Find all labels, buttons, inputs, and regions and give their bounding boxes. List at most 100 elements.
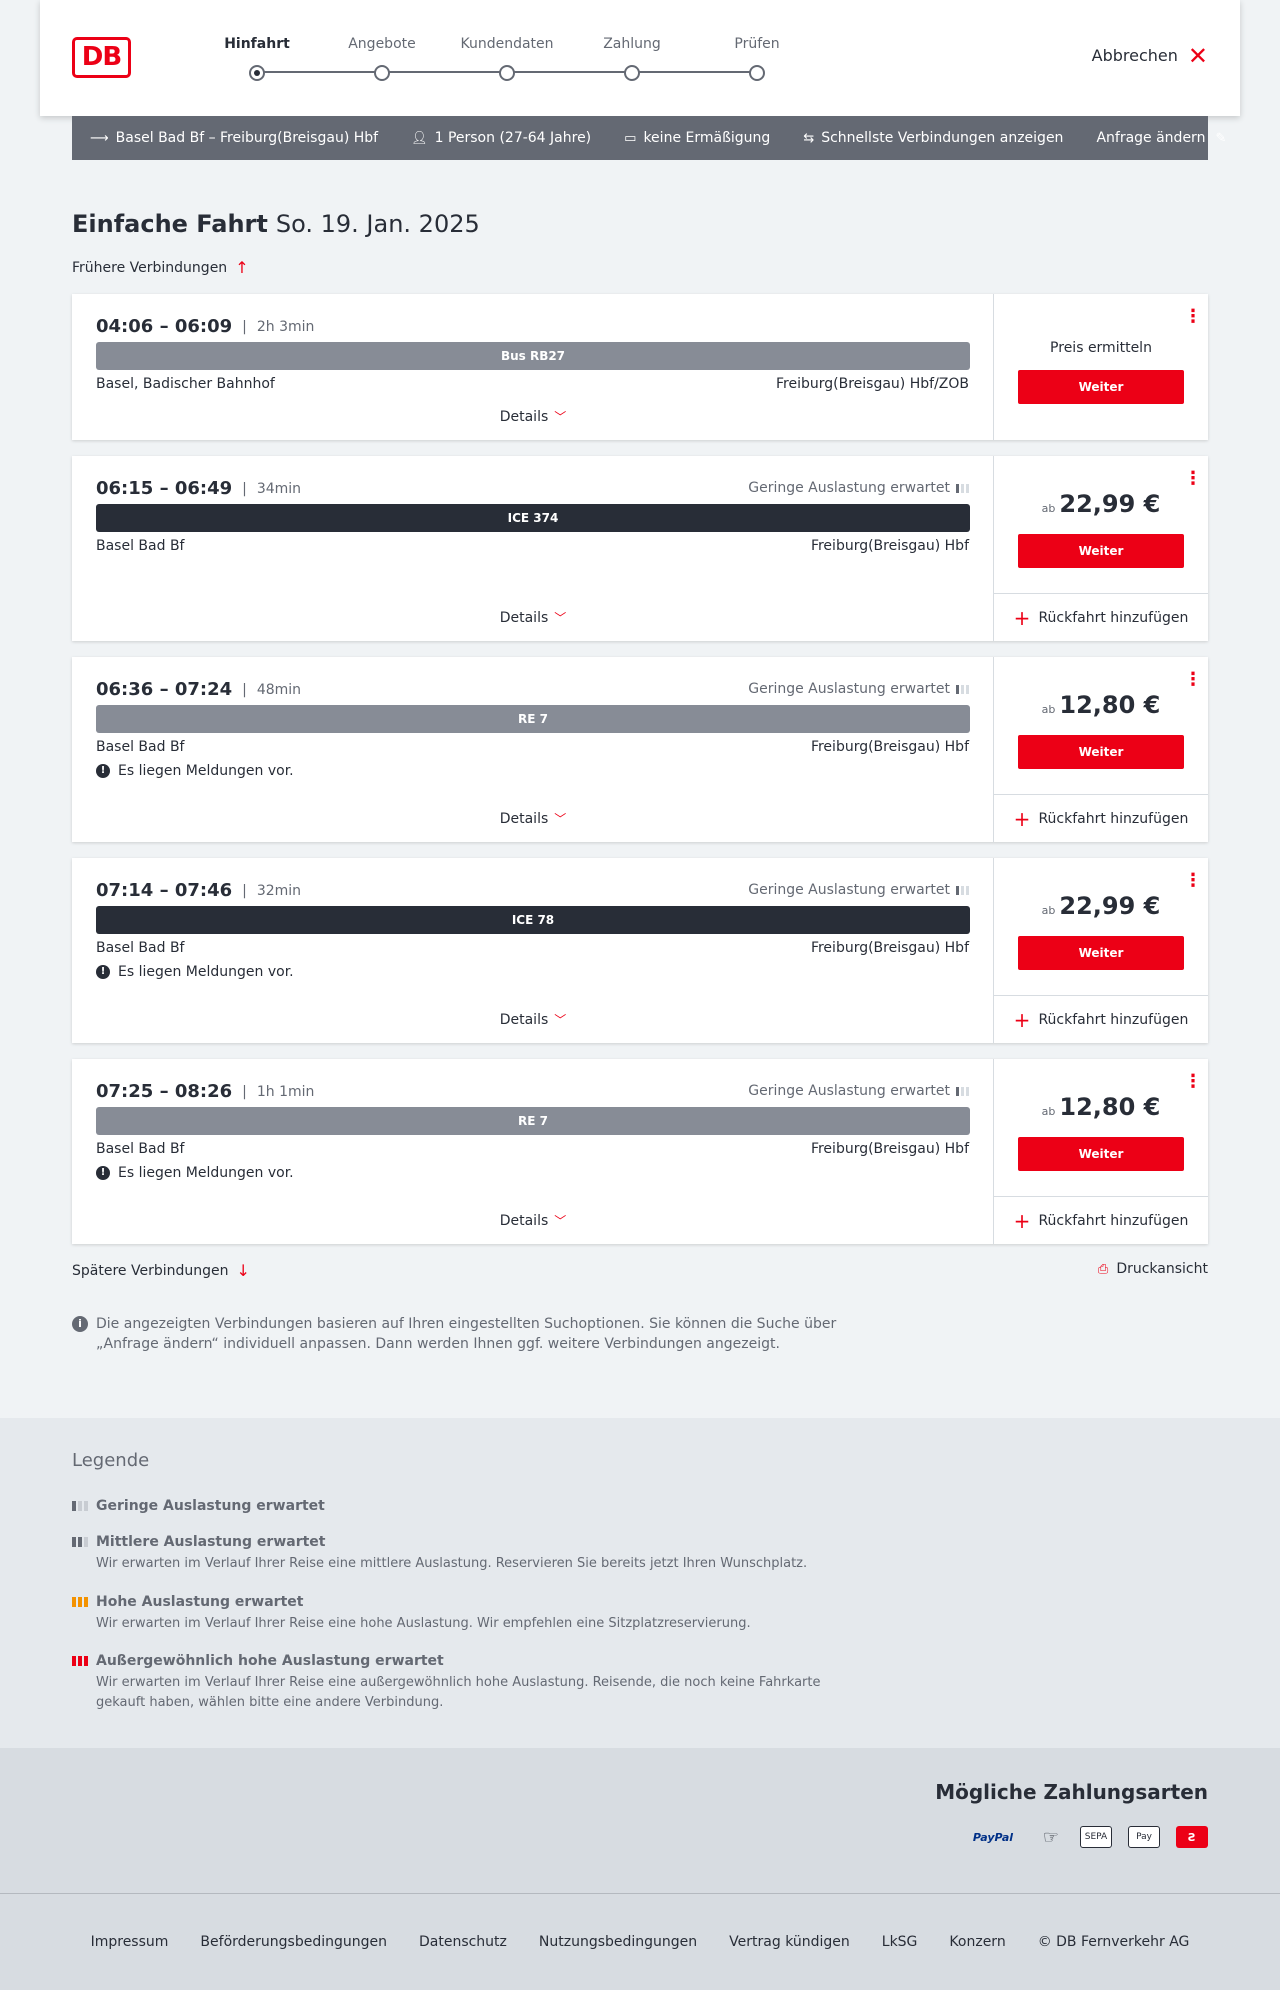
route-arrow-icon: ⟶	[90, 130, 109, 146]
card-icon: ▭	[624, 130, 637, 146]
step-pruefen: Prüfen	[702, 34, 812, 81]
cancel-button[interactable]: Abbrechen ✕	[1091, 41, 1208, 70]
alert-icon: !	[96, 1166, 110, 1180]
details-toggle[interactable]: Details ﹀	[72, 1011, 994, 1028]
more-options-icon[interactable]: ⋮	[1184, 470, 1202, 488]
price-prefix: ab	[1041, 703, 1056, 716]
info-icon: i	[72, 1316, 88, 1332]
times-label: 06:36 – 07:24	[96, 679, 233, 700]
details-toggle[interactable]: Details ﹀	[72, 609, 994, 626]
legend-section: Legende Geringe Auslastung erwartet Mitt…	[0, 1418, 1280, 1748]
more-options-icon[interactable]: ⋮	[1184, 1073, 1202, 1091]
occupancy-label: Geringe Auslastung erwartet	[748, 1083, 950, 1099]
close-icon: ✕	[1187, 41, 1208, 70]
footer-link-nutzung[interactable]: Nutzungsbedingungen	[539, 1934, 697, 1950]
footer-link-befoerderung[interactable]: Beförderungsbedingungen	[200, 1934, 387, 1950]
sepa-icon: SEPA	[1080, 1826, 1112, 1848]
connection-info: 06:15 – 06:49 | 34min Geringe Auslastung e…	[72, 456, 994, 641]
price-prefix: ab	[1041, 1105, 1056, 1118]
arrival-station: Freiburg(Breisgau) Hbf	[810, 1141, 969, 1157]
details-toggle[interactable]: Details ﹀	[72, 408, 994, 425]
footer-link-lksg[interactable]: LkSG	[882, 1934, 918, 1950]
connection-times: 07:14 – 07:46 | 32min	[96, 880, 301, 901]
step-label: Zahlung	[603, 36, 661, 52]
legend-item-title: Außergewöhnlich hohe Auslastung erwartet	[96, 1653, 444, 1669]
legend-item-low: Geringe Auslastung erwartet	[72, 1498, 872, 1514]
occupancy-low-icon	[956, 483, 969, 493]
print-view-link[interactable]: ⎙ Druckansicht	[1098, 1261, 1208, 1277]
footer-link-konzern[interactable]: Konzern	[949, 1934, 1005, 1950]
change-request-button[interactable]: Anfrage ändern ✎	[1096, 130, 1226, 146]
add-return-button[interactable]: + Rückfahrt hinzufügen	[994, 1196, 1208, 1244]
legend-item-title: Geringe Auslastung erwartet	[96, 1498, 325, 1514]
add-return-button[interactable]: + Rückfahrt hinzufügen	[994, 593, 1208, 641]
footer-link-impressum[interactable]: Impressum	[91, 1934, 169, 1950]
times-label: 07:25 – 08:26	[96, 1081, 233, 1102]
occupancy-label: Geringe Auslastung erwartet	[748, 480, 950, 496]
notice-message: ! Es liegen Meldungen vor.	[96, 1165, 294, 1181]
step-label: Prüfen	[734, 36, 780, 52]
occupancy-indicator: Geringe Auslastung erwartet	[748, 681, 969, 697]
connection-card: 07:14 – 07:46 | 32min Geringe Auslastung e…	[72, 858, 1208, 1043]
details-toggle[interactable]: Details ﹀	[72, 1212, 994, 1229]
search-filter[interactable]: ⇆ Schnellste Verbindungen anzeigen	[803, 130, 1063, 146]
weiter-button[interactable]: Weiter	[1018, 936, 1184, 970]
notice-message: ! Es liegen Meldungen vor.	[96, 964, 294, 980]
more-options-icon[interactable]: ⋮	[1184, 671, 1202, 689]
payment-methods-section: Mögliche Zahlungsarten PayPal ☞ SEPA Pay…	[0, 1748, 1280, 1893]
more-options-icon[interactable]: ⋮	[1184, 872, 1202, 890]
cancel-label: Abbrechen	[1091, 46, 1178, 65]
details-toggle[interactable]: Details ﹀	[72, 810, 994, 827]
later-connections-link[interactable]: Spätere Verbindungen ↓	[72, 1261, 250, 1280]
search-discount[interactable]: ▭ keine Ermäßigung	[624, 130, 770, 146]
notice-label: Es liegen Meldungen vor.	[118, 763, 294, 779]
weiter-button[interactable]: Weiter	[1018, 735, 1184, 769]
duration: 1h 1min	[256, 1083, 315, 1100]
train-bar: RE 7	[96, 705, 970, 733]
occupancy-extreme-icon	[72, 1656, 88, 1666]
plus-icon: +	[1013, 605, 1031, 630]
chevron-down-icon: ﹀	[554, 1013, 567, 1027]
price-panel: ⋮ ab 12,80 € Weiter + Rückfahrt hinzufügen	[994, 1059, 1208, 1244]
details-label: Details	[499, 1213, 549, 1229]
add-return-button[interactable]: + Rückfahrt hinzufügen	[994, 794, 1208, 842]
pencil-icon: ✎	[1215, 130, 1227, 146]
print-label: Druckansicht	[1116, 1261, 1208, 1277]
notice-label: Es liegen Meldungen vor.	[118, 964, 294, 980]
earlier-connections-link[interactable]: Frühere Verbindungen ↑	[72, 258, 249, 277]
return-label: Rückfahrt hinzufügen	[1038, 609, 1189, 626]
legend-item-high: Hohe Auslastung erwartet Wir erwarten im…	[72, 1594, 872, 1634]
departure-station: Basel Bad Bf	[96, 940, 185, 956]
price-panel: ⋮ ab 22,99 € Weiter + Rückfahrt hinzufügen	[994, 858, 1208, 1043]
booking-header: DB Hinfahrt Angebote Kundendaten Zahlung…	[40, 0, 1240, 116]
connection-times: 04:06 – 06:09 | 2h 3min	[96, 316, 314, 337]
discount-label: keine Ermäßigung	[643, 130, 771, 146]
departure-station: Basel Bad Bf	[96, 538, 185, 554]
footer-link-datenschutz[interactable]: Datenschutz	[419, 1934, 507, 1950]
price-text: Preis ermitteln	[1050, 340, 1152, 356]
db-logo[interactable]: DB	[72, 37, 131, 78]
price-value: 22,99 €	[1059, 892, 1161, 920]
return-label: Rückfahrt hinzufügen	[1038, 1212, 1189, 1229]
times-label: 06:15 – 06:49	[96, 478, 233, 499]
step-dot	[249, 65, 265, 81]
price-panel: ⋮ ab 22,99 € Weiter + Rückfahrt hinzufügen	[994, 456, 1208, 641]
duration: 48min	[256, 681, 302, 698]
legend-item-title: Mittlere Auslastung erwartet	[96, 1534, 326, 1550]
weiter-button[interactable]: Weiter	[1018, 534, 1184, 568]
price: ab 12,80 €	[994, 691, 1208, 719]
db-payment-icon: Ƨ	[1176, 1826, 1208, 1848]
more-options-icon[interactable]: ⋮	[1184, 308, 1202, 326]
add-return-button[interactable]: + Rückfahrt hinzufügen	[994, 995, 1208, 1043]
price-panel: ⋮ Preis ermitteln Weiter	[994, 294, 1208, 440]
footer-link-kuendigen[interactable]: Vertrag kündigen	[729, 1934, 850, 1950]
search-route[interactable]: ⟶ Basel Bad Bf – Freiburg(Breisgau) Hbf	[90, 130, 378, 146]
legend-item-desc: Wir erwarten im Verlauf Ihrer Reise eine…	[96, 1675, 821, 1710]
person-icon: 👤︎	[411, 130, 428, 146]
weiter-button[interactable]: Weiter	[1018, 1137, 1184, 1171]
weiter-button[interactable]: Weiter	[1018, 370, 1184, 404]
plus-icon: +	[1013, 1007, 1031, 1032]
search-passengers[interactable]: 👤︎ 1 Person (27-64 Jahre)	[411, 130, 591, 146]
info-text: Die angezeigten Verbindungen basieren au…	[96, 1316, 837, 1352]
separator: |	[242, 681, 247, 698]
